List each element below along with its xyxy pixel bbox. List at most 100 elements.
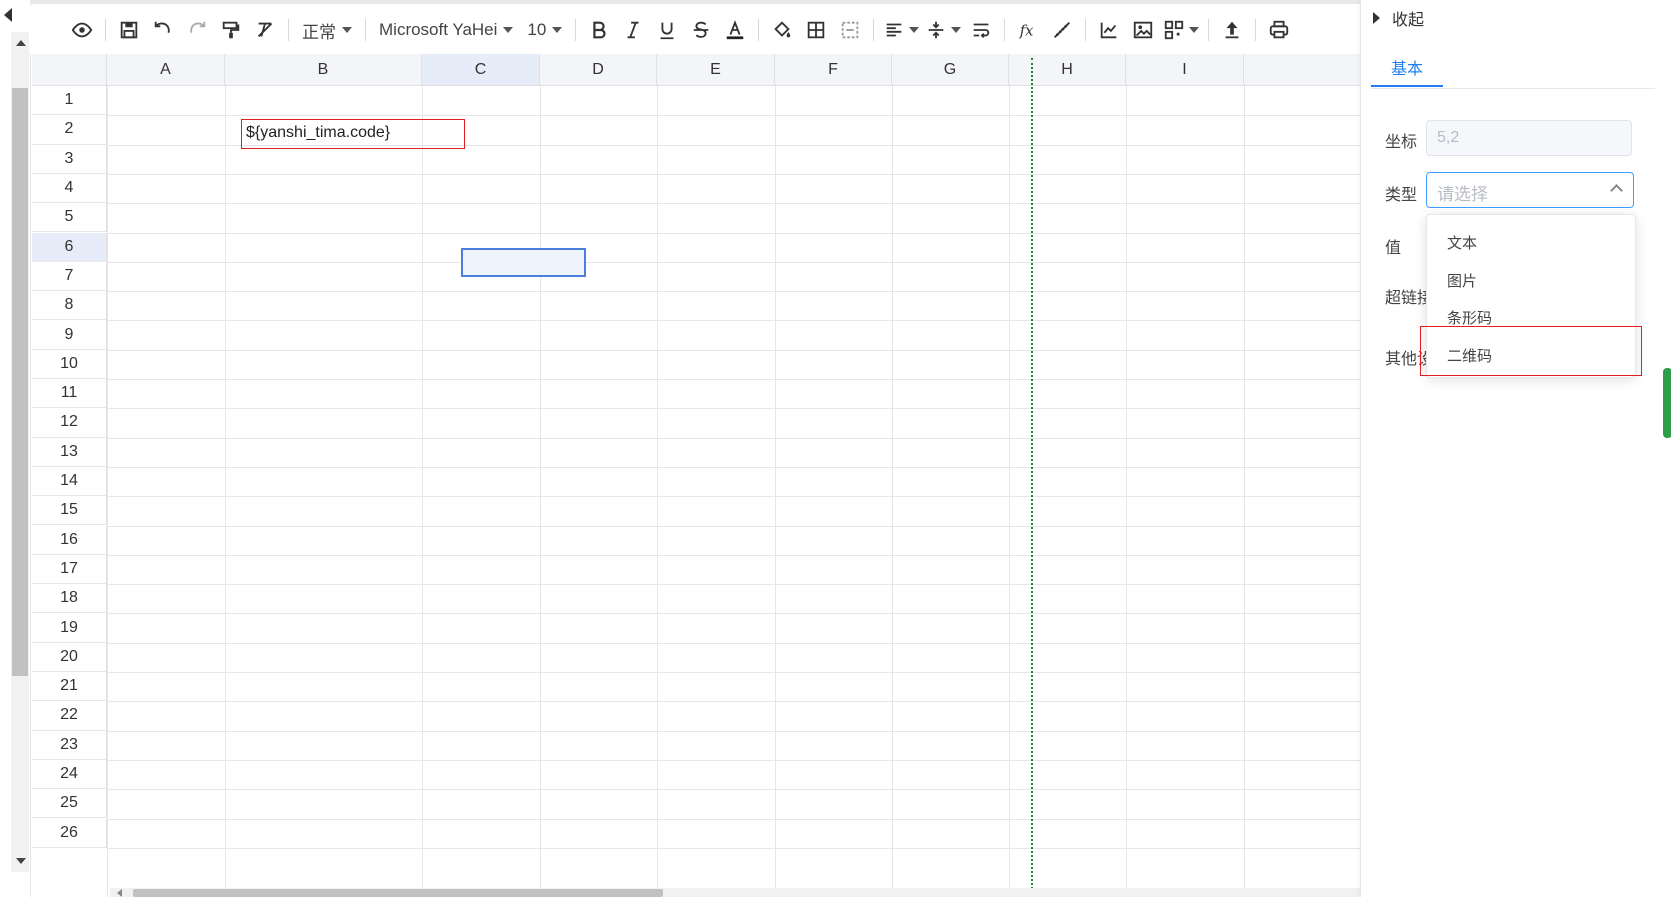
row-header[interactable]: 14 (32, 466, 107, 497)
tab-basic[interactable]: 基本 (1371, 48, 1443, 87)
save-icon[interactable] (115, 15, 143, 45)
scroll-up-icon[interactable] (16, 40, 26, 46)
row-header[interactable]: 21 (32, 672, 107, 702)
font-color-icon[interactable] (721, 15, 749, 45)
row-header[interactable]: 12 (32, 408, 107, 438)
column-header[interactable]: D (540, 54, 657, 86)
grid-line (107, 701, 1360, 703)
grid-line (540, 86, 541, 897)
underline-icon[interactable] (653, 15, 681, 45)
undo-icon[interactable] (149, 15, 177, 45)
column-header[interactable]: A (107, 54, 225, 86)
row-header[interactable]: 1 (32, 86, 107, 116)
grid-line (225, 86, 226, 897)
spreadsheet-grid[interactable]: ABCDEFGHI 1 2 3 4 5 6 7 8 9 10 11 12 13 14 15 16 17 18 19 2… (32, 54, 1360, 897)
row-header[interactable]: 24 (32, 759, 107, 790)
column-header[interactable]: E (657, 54, 775, 86)
align-icon[interactable] (883, 15, 920, 45)
grid-line (107, 437, 1360, 439)
selected-cell-c6[interactable] (461, 248, 586, 277)
grid-line (107, 173, 1360, 175)
grid-line (107, 672, 1360, 673)
border-icon[interactable] (802, 15, 830, 45)
style-select[interactable]: 正常 (298, 15, 356, 45)
row-header[interactable]: 20 (32, 642, 107, 672)
row-header[interactable]: 10 (32, 349, 107, 379)
print-icon[interactable] (1265, 15, 1293, 45)
option-text[interactable]: 文本 (1447, 232, 1477, 253)
vertical-align-icon[interactable] (925, 15, 962, 45)
row-header[interactable]: 25 (32, 789, 107, 819)
strikethrough-icon[interactable] (687, 15, 715, 45)
option-image[interactable]: 图片 (1447, 270, 1477, 291)
column-header[interactable]: C (422, 54, 540, 86)
grid-line (1126, 86, 1127, 897)
row-header[interactable]: 3 (32, 144, 107, 174)
collapse-left-icon[interactable] (4, 8, 12, 22)
scroll-left-icon[interactable] (117, 889, 122, 897)
row-header[interactable]: 26 (32, 818, 107, 848)
row-header[interactable]: 22 (32, 701, 107, 731)
row-header[interactable]: 17 (32, 554, 107, 585)
row-header[interactable]: 7 (32, 261, 107, 292)
row-header[interactable]: 15 (32, 496, 107, 526)
panel-tabs: 基本 (1371, 48, 1655, 89)
scroll-down-icon[interactable] (16, 858, 26, 864)
type-select[interactable]: 请选择 (1426, 172, 1634, 208)
grid-line (107, 115, 1360, 117)
upload-icon[interactable] (1218, 15, 1246, 45)
horizontal-scrollbar-thumb[interactable] (133, 889, 663, 897)
row-header[interactable]: 9 (32, 320, 107, 350)
merge-cells-icon[interactable] (836, 15, 864, 45)
column-header[interactable] (1244, 54, 1360, 86)
column-header[interactable]: F (775, 54, 892, 86)
grid-line (107, 86, 108, 897)
italic-icon[interactable] (619, 15, 647, 45)
grid-corner[interactable] (32, 54, 107, 86)
qrcode-icon[interactable] (1163, 15, 1200, 45)
row-header[interactable]: 2 (32, 115, 107, 145)
row-header[interactable]: 4 (32, 173, 107, 204)
preview-eye-icon[interactable] (68, 15, 96, 45)
panel-scrollbar-thumb[interactable] (1663, 368, 1671, 438)
row-header[interactable]: 19 (32, 613, 107, 643)
column-header[interactable]: H (1009, 54, 1126, 86)
function-icon[interactable]: fx (1014, 15, 1042, 45)
font-select-value: Microsoft YaHei (379, 20, 498, 39)
row-header[interactable]: 13 (32, 437, 107, 467)
row-header[interactable]: 6 (32, 232, 107, 262)
row-header[interactable]: 8 (32, 291, 107, 321)
toolbar: 正常 Microsoft YaHei 10 fx (30, 6, 1360, 54)
fill-color-icon[interactable] (768, 15, 796, 45)
format-painter-icon[interactable] (217, 15, 245, 45)
clear-format-icon[interactable] (251, 15, 279, 45)
svg-text:fx: fx (1019, 23, 1034, 40)
toolbar-divider (365, 19, 366, 41)
row-header[interactable]: 23 (32, 730, 107, 760)
bold-icon[interactable] (585, 15, 613, 45)
ruler-icon[interactable] (1048, 15, 1076, 45)
panel-collapse-toggle[interactable]: 收起 (1361, 0, 1671, 36)
column-header[interactable]: B (225, 54, 422, 86)
type-label: 类型 (1385, 187, 1418, 204)
image-icon[interactable] (1129, 15, 1157, 45)
vertical-scrollbar-thumb[interactable] (12, 88, 28, 676)
redo-icon[interactable] (183, 15, 211, 45)
row-header[interactable]: 11 (32, 379, 107, 409)
style-select-value: 正常 (302, 22, 336, 42)
column-header[interactable]: I (1126, 54, 1244, 86)
grid-line (107, 818, 1360, 820)
grid-line (107, 759, 1360, 761)
column-header[interactable]: G (892, 54, 1009, 86)
text-wrap-icon[interactable] (967, 15, 995, 45)
chart-icon[interactable] (1095, 15, 1123, 45)
row-header[interactable]: 5 (32, 203, 107, 233)
row-header[interactable]: 16 (32, 525, 107, 555)
toolbar-divider (1004, 19, 1006, 41)
font-family-select[interactable]: Microsoft YaHei (375, 15, 517, 45)
cell-b2[interactable]: ${yanshi_tima.code} (241, 119, 465, 149)
option-barcode[interactable]: 条形码 (1447, 307, 1492, 328)
row-header[interactable]: 18 (32, 584, 107, 614)
font-size-select[interactable]: 10 (523, 15, 566, 45)
toolbar-divider (288, 19, 289, 41)
